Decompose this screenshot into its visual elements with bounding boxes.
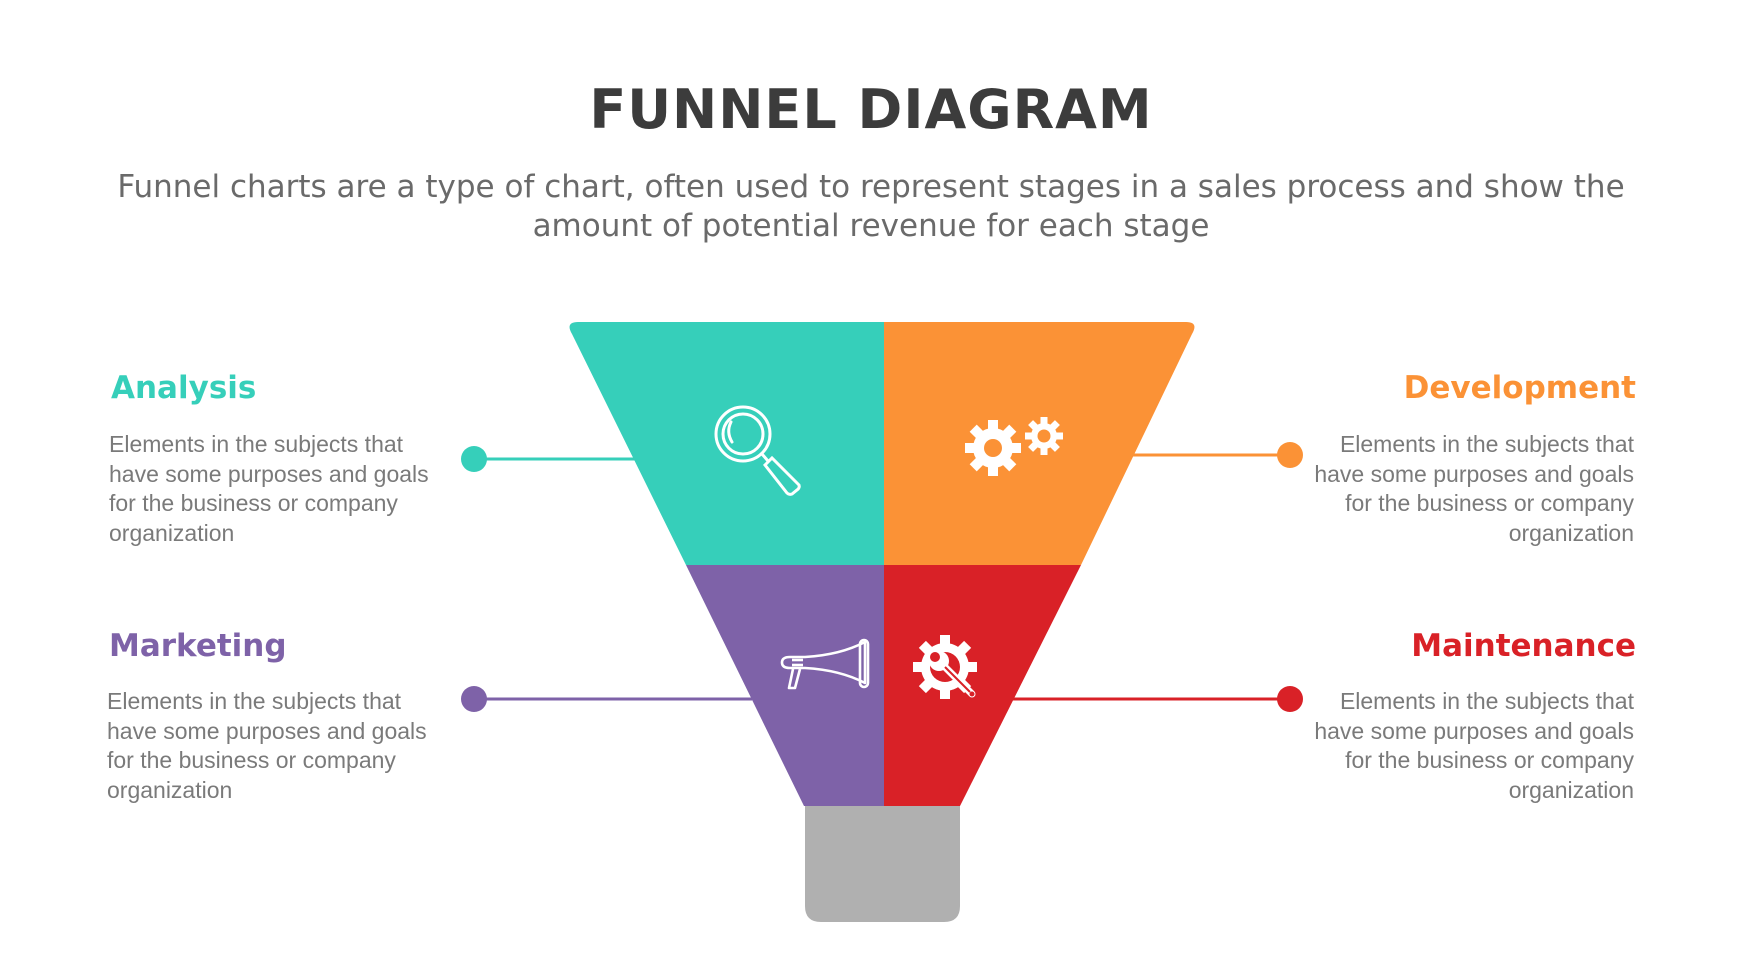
funnel-segment-marketing bbox=[686, 565, 884, 806]
connector-marketing bbox=[461, 686, 752, 712]
connector-maintenance bbox=[1010, 686, 1303, 712]
funnel-diagram bbox=[461, 322, 1303, 922]
connector-development bbox=[1130, 442, 1303, 468]
connector-analysis bbox=[461, 446, 635, 472]
funnel-segment-maintenance bbox=[884, 565, 1081, 806]
funnel-stem bbox=[805, 806, 960, 922]
gear-wrench-icon bbox=[913, 635, 977, 699]
